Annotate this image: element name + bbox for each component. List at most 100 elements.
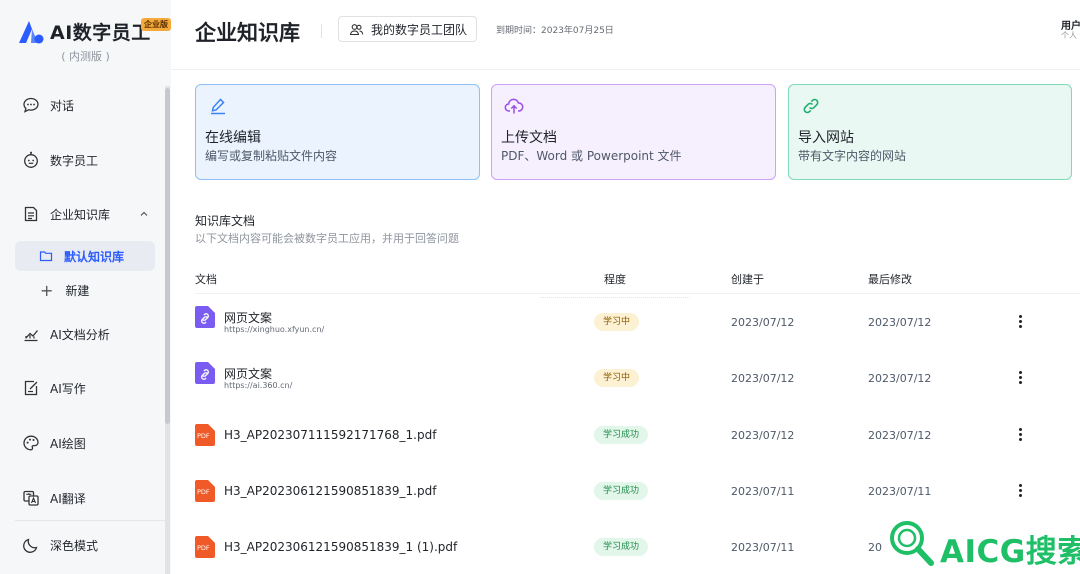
card-desc: PDF、Word 或 Powerpoint 文件 xyxy=(501,149,682,163)
section-description: 以下文档内容可能会被数字员工应用，并用于回答问题 xyxy=(195,232,459,245)
pdf-file-icon: PDF xyxy=(195,424,215,446)
doc-url[interactable]: https://ai.360.cn/ xyxy=(224,381,292,390)
created-date: 2023/07/12 xyxy=(731,429,795,442)
sidebar-item-label: 企业知识库 xyxy=(50,207,111,222)
sidebar-item-doc-analysis[interactable]: AI文档分析 xyxy=(22,325,110,343)
brand-logo-icon xyxy=(19,20,44,43)
table-header-dotted-rule xyxy=(540,297,690,298)
more-options-icon[interactable] xyxy=(1015,427,1025,441)
sidebar-item-default-kb[interactable]: 默认知识库 xyxy=(15,241,155,271)
knowledge-doc-icon xyxy=(24,206,38,222)
doc-url[interactable]: https://xinghuo.xfyun.cn/ xyxy=(224,325,324,334)
watermark-text: AICG搜索 xyxy=(940,534,1080,570)
sidebar-item-writing[interactable]: AI写作 xyxy=(22,379,86,397)
column-header-created[interactable]: 创建于 xyxy=(731,271,764,287)
magnifier-watermark-icon xyxy=(890,521,934,566)
pdf-file-label: PDF xyxy=(197,432,210,440)
table-row[interactable]: 网页文案 https://ai.360.cn/ 学习中 2023/07/12 2… xyxy=(195,362,1080,418)
table-header-divider xyxy=(195,293,1080,294)
pdf-file-label: PDF xyxy=(197,544,210,552)
sidebar-item-label: 深色模式 xyxy=(50,538,99,553)
sidebar-item-label: AI翻译 xyxy=(50,491,86,506)
sidebar-item-label: AI写作 xyxy=(50,381,86,396)
created-date: 2023/07/11 xyxy=(731,485,795,498)
my-team-button[interactable]: 我的数字员工团队 xyxy=(338,16,477,42)
table-row[interactable]: PDF H3_AP202307111592171768_1.pdf 学习成功 2… xyxy=(195,424,1080,480)
app-root: AI数字员工 企业版 ( 内测版 ) 对话 数字员工 企业知识库 默认知识库 +… xyxy=(0,0,1080,574)
card-desc: 带有文字内容的网站 xyxy=(798,149,907,163)
title-divider xyxy=(321,24,322,38)
sidebar-item-new-kb[interactable]: + 新建 xyxy=(40,282,89,299)
sidebar-item-label: 数字员工 xyxy=(50,153,99,168)
created-date: 2023/07/12 xyxy=(731,372,795,385)
sidebar-item-label: AI绘图 xyxy=(50,436,86,451)
pdf-file-icon: PDF xyxy=(195,480,215,502)
column-header-modified[interactable]: 最后修改 xyxy=(868,271,912,287)
sidebar-scrollbar-thumb[interactable] xyxy=(165,88,170,424)
link-icon xyxy=(803,98,819,114)
card-title: 在线编辑 xyxy=(205,130,261,146)
aicg-watermark: AICG搜索 xyxy=(888,516,1080,574)
web-link-doc-icon xyxy=(195,306,215,328)
edit-icon xyxy=(24,380,38,396)
palette-icon xyxy=(23,435,39,451)
doc-name[interactable]: H3_AP202306121590851839_1.pdf xyxy=(224,484,436,498)
sidebar-item-knowledge-base[interactable]: 企业知识库 xyxy=(22,205,148,223)
folder-icon xyxy=(39,251,53,262)
sidebar-item-digital-employee[interactable]: 数字员工 xyxy=(22,151,98,169)
created-date: 2023/07/11 xyxy=(731,541,795,554)
sidebar-item-chat[interactable]: 对话 xyxy=(22,96,74,114)
card-title: 导入网站 xyxy=(798,130,854,146)
sidebar-item-drawing[interactable]: AI绘图 xyxy=(22,434,86,452)
cloud-upload-icon xyxy=(504,98,524,114)
pdf-file-icon: PDF xyxy=(195,536,215,558)
brand[interactable]: AI数字员工 企业版 xyxy=(18,18,171,45)
online-edit-card[interactable]: 在线编辑 编写或复制粘贴文件内容 xyxy=(195,84,480,180)
chevron-up-icon[interactable] xyxy=(138,208,150,220)
pen-icon xyxy=(211,98,225,115)
sidebar-divider xyxy=(15,520,165,521)
chart-icon xyxy=(24,330,39,342)
pdf-file-label: PDF xyxy=(197,488,210,496)
expiry-date: 到期时间：2023年07月25日 xyxy=(496,26,614,36)
status-badge: 学习中 xyxy=(594,313,640,331)
chat-bubble-icon xyxy=(23,97,39,113)
upload-doc-card[interactable]: 上传文档 PDF、Word 或 Powerpoint 文件 xyxy=(491,84,776,180)
more-options-icon[interactable] xyxy=(1015,314,1025,328)
modified-date: 2023/07/12 xyxy=(868,429,932,442)
beta-label: ( 内测版 ) xyxy=(61,50,110,63)
doc-name[interactable]: H3_AP202307111592171768_1.pdf xyxy=(224,428,436,442)
section-title: 知识库文档 xyxy=(195,214,256,228)
dark-mode-toggle[interactable]: 深色模式 xyxy=(22,536,98,554)
sidebar-item-translate[interactable]: AI翻译 xyxy=(22,489,86,507)
header: 企业知识库 我的数字员工团队 到期时间：2023年07月25日 用户 个人 xyxy=(171,0,1080,70)
modified-date: 20 xyxy=(868,541,882,554)
modified-date: 2023/07/12 xyxy=(868,316,932,329)
doc-name[interactable]: H3_AP202306121590851839_1 (1).pdf xyxy=(224,540,457,554)
doc-name[interactable]: 网页文案 xyxy=(224,365,272,382)
column-header-document[interactable]: 文档 xyxy=(195,271,217,287)
doc-name[interactable]: 网页文案 xyxy=(224,309,272,326)
translate-icon xyxy=(23,490,39,506)
sidebar-subitem-label: 默认知识库 xyxy=(64,249,125,264)
modified-date: 2023/07/12 xyxy=(868,372,932,385)
moon-icon xyxy=(23,538,38,553)
more-options-icon[interactable] xyxy=(1015,483,1025,497)
sidebar-item-label: AI文档分析 xyxy=(50,327,110,342)
robot-icon xyxy=(24,151,38,168)
card-desc: 编写或复制粘贴文件内容 xyxy=(205,149,338,163)
sidebar-subitem-label: 新建 xyxy=(65,284,90,298)
table-row[interactable]: 网页文案 https://xinghuo.xfyun.cn/ 学习中 2023/… xyxy=(195,306,1080,362)
sidebar-item-label: 对话 xyxy=(50,98,75,113)
column-header-progress[interactable]: 程度 xyxy=(604,271,626,287)
plus-icon: + xyxy=(40,280,54,300)
import-website-card[interactable]: 导入网站 带有文字内容的网站 xyxy=(788,84,1072,180)
created-date: 2023/07/12 xyxy=(731,316,795,329)
edition-badge: 企业版 xyxy=(141,18,171,31)
web-link-doc-icon xyxy=(195,362,215,384)
team-icon xyxy=(349,23,364,35)
status-badge: 学习成功 xyxy=(594,426,649,444)
more-options-icon[interactable] xyxy=(1015,370,1025,384)
page-title: 企业知识库 xyxy=(195,21,300,45)
user-type: 个人 xyxy=(1061,31,1077,40)
